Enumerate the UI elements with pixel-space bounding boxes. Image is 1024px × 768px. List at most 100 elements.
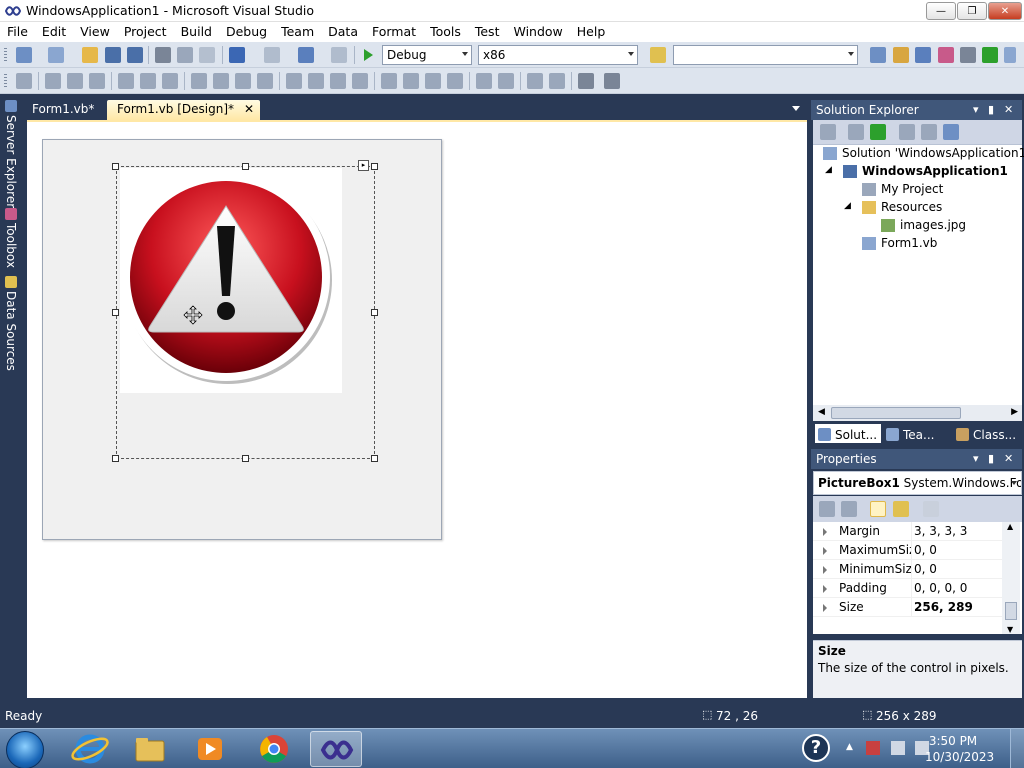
menu-view[interactable]: View <box>73 22 117 42</box>
toolbar-overflow-icon[interactable] <box>1004 47 1016 63</box>
send-to-back-icon[interactable] <box>549 73 565 89</box>
events-lightning-icon[interactable] <box>893 501 909 517</box>
copy-icon[interactable] <box>177 47 193 63</box>
align-to-grid-icon[interactable] <box>16 73 32 89</box>
action-center-icon[interactable] <box>866 741 880 755</box>
show-desktop-button[interactable] <box>1010 729 1024 768</box>
align-tops-icon[interactable] <box>118 73 134 89</box>
increase-vertical-spacing-icon[interactable] <box>403 73 419 89</box>
close-panel-icon[interactable]: ✕ <box>1004 452 1013 465</box>
menu-project[interactable]: Project <box>117 22 174 42</box>
panel-menu-icon[interactable]: ▾ <box>973 103 979 116</box>
close-tab-icon[interactable]: ✕ <box>244 102 254 116</box>
smart-tag-icon[interactable]: ▸ <box>358 160 369 171</box>
scroll-left-icon[interactable]: ◀ <box>818 407 825 417</box>
object-browser-icon[interactable] <box>915 47 931 63</box>
expand-arrow-icon[interactable] <box>823 566 827 574</box>
tree-item-resources[interactable]: ◢ Resources <box>844 200 942 214</box>
system-clock[interactable]: 3:50 PM 10/30/2023 <box>925 733 994 765</box>
panel-menu-icon[interactable]: ▾ <box>973 452 979 465</box>
class-diagram-icon[interactable] <box>943 124 959 140</box>
tab-order-icon[interactable] <box>578 73 594 89</box>
menu-tools[interactable]: Tools <box>423 22 468 42</box>
navigate-forward-icon[interactable] <box>331 47 347 63</box>
menu-window[interactable]: Window <box>506 22 569 42</box>
center-vertically-icon[interactable] <box>498 73 514 89</box>
property-row-size[interactable]: Size 256, 289 <box>813 598 1003 617</box>
maximize-button[interactable]: ❐ <box>957 2 987 20</box>
add-item-icon[interactable] <box>48 47 64 63</box>
scroll-down-icon[interactable]: ▼ <box>1007 625 1013 634</box>
make-same-size-icon[interactable] <box>235 73 251 89</box>
undo-icon[interactable] <box>229 47 245 63</box>
lock-controls-icon[interactable] <box>604 73 620 89</box>
tree-item-my-project[interactable]: My Project <box>862 182 943 196</box>
center-horizontally-icon[interactable] <box>476 73 492 89</box>
paste-icon[interactable] <box>199 47 215 63</box>
make-same-height-icon[interactable] <box>213 73 229 89</box>
refresh-icon[interactable] <box>870 124 886 140</box>
menu-test[interactable]: Test <box>468 22 507 42</box>
toolbar-grip[interactable] <box>4 48 7 62</box>
configuration-select[interactable]: Debug <box>382 45 472 65</box>
view-designer-icon[interactable] <box>921 124 937 140</box>
save-all-icon[interactable] <box>127 47 143 63</box>
expand-arrow-icon[interactable] <box>823 585 827 593</box>
taskbar-file-explorer[interactable] <box>124 731 176 767</box>
property-row-minimumsize[interactable]: MinimumSize 0, 0 <box>813 560 1003 579</box>
menu-file[interactable]: File <box>0 22 35 42</box>
expand-arrow-icon[interactable] <box>823 547 827 555</box>
find-in-files-icon[interactable] <box>650 47 666 63</box>
align-centers-icon[interactable] <box>67 73 83 89</box>
navigate-backward-icon[interactable] <box>298 47 314 63</box>
taskbar-media-player[interactable] <box>184 731 236 767</box>
make-same-width-icon[interactable] <box>191 73 207 89</box>
remove-horizontal-spacing-icon[interactable] <box>352 73 368 89</box>
save-icon[interactable] <box>105 47 121 63</box>
menu-format[interactable]: Format <box>365 22 423 42</box>
scrollbar-thumb[interactable] <box>1005 602 1017 620</box>
server-explorer-tab[interactable]: Server Explorer <box>2 100 20 208</box>
decrease-horizontal-spacing-icon[interactable] <box>330 73 346 89</box>
tab-form1-design[interactable]: Form1.vb [Design]* ✕ <box>107 100 261 120</box>
new-project-icon[interactable] <box>16 47 32 63</box>
property-row-margin[interactable]: Margin 3, 3, 3, 3 <box>813 522 1003 541</box>
tree-item-project[interactable]: ◢ WindowsApplication1 <box>825 164 1008 178</box>
scroll-right-icon[interactable]: ▶ <box>1011 407 1018 417</box>
start-debugging-icon[interactable] <box>360 47 376 63</box>
resize-handle-right[interactable] <box>371 309 378 316</box>
property-row-maximumsize[interactable]: MaximumSize 0, 0 <box>813 541 1003 560</box>
decrease-vertical-spacing-icon[interactable] <box>425 73 441 89</box>
help-icon[interactable]: ? <box>802 734 830 762</box>
property-grid-scrollbar[interactable]: ▲ ▼ <box>1002 522 1020 634</box>
solution-explorer-icon[interactable] <box>870 47 886 63</box>
platform-select[interactable]: x86 <box>478 45 638 65</box>
properties-icon[interactable] <box>820 124 836 140</box>
tree-item-form1-vb[interactable]: Form1.vb <box>862 236 937 250</box>
toolbar-grip[interactable] <box>4 74 7 88</box>
properties-window-icon[interactable] <box>893 47 909 63</box>
align-rights-icon[interactable] <box>89 73 105 89</box>
toolbox-tab[interactable]: Toolbox <box>2 208 20 268</box>
taskbar-visual-studio[interactable] <box>310 731 362 767</box>
properties-view-icon[interactable] <box>870 501 886 517</box>
resize-handle-left[interactable] <box>112 309 119 316</box>
data-sources-tab[interactable]: Data Sources <box>2 276 20 371</box>
align-lefts-icon[interactable] <box>45 73 61 89</box>
expand-arrow-icon[interactable] <box>823 604 827 612</box>
scrollbar-thumb[interactable] <box>831 407 961 419</box>
menu-debug[interactable]: Debug <box>219 22 274 42</box>
align-bottoms-icon[interactable] <box>162 73 178 89</box>
view-code-icon[interactable] <box>899 124 915 140</box>
toolbox-icon[interactable] <box>938 47 954 63</box>
menu-team[interactable]: Team <box>274 22 321 42</box>
solution-horizontal-scrollbar[interactable]: ◀ ▶ <box>813 405 1022 421</box>
collapse-arrow-icon[interactable]: ◢ <box>825 165 832 175</box>
increase-horizontal-spacing-icon[interactable] <box>308 73 324 89</box>
network-icon[interactable] <box>891 741 905 755</box>
expand-arrow-icon[interactable] <box>823 528 827 536</box>
alphabetical-icon[interactable] <box>841 501 857 517</box>
menu-help[interactable]: Help <box>570 22 613 42</box>
menu-data[interactable]: Data <box>321 22 365 42</box>
cut-icon[interactable] <box>155 47 171 63</box>
